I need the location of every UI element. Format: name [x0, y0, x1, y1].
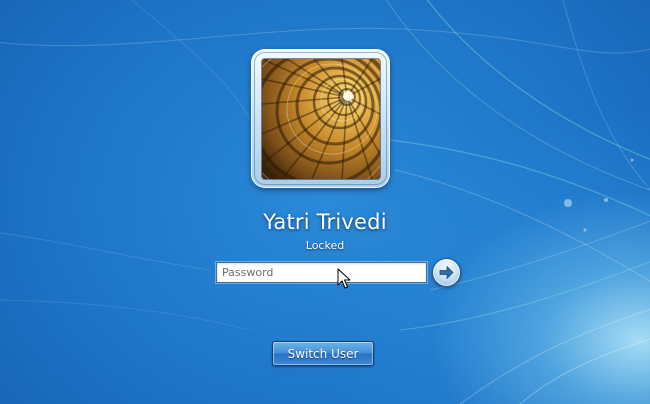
avatar	[262, 59, 380, 179]
submit-button[interactable]	[432, 258, 461, 287]
switch-user-button[interactable]: Switch User	[272, 341, 374, 366]
user-name: Yatri Trivedi	[263, 210, 387, 234]
spiral-staircase-image	[262, 59, 380, 179]
mouse-pointer-icon	[337, 268, 351, 289]
password-input[interactable]	[216, 262, 427, 283]
user-avatar-frame	[251, 49, 390, 188]
arrow-right-icon	[439, 266, 454, 279]
lock-status: Locked	[305, 239, 345, 252]
